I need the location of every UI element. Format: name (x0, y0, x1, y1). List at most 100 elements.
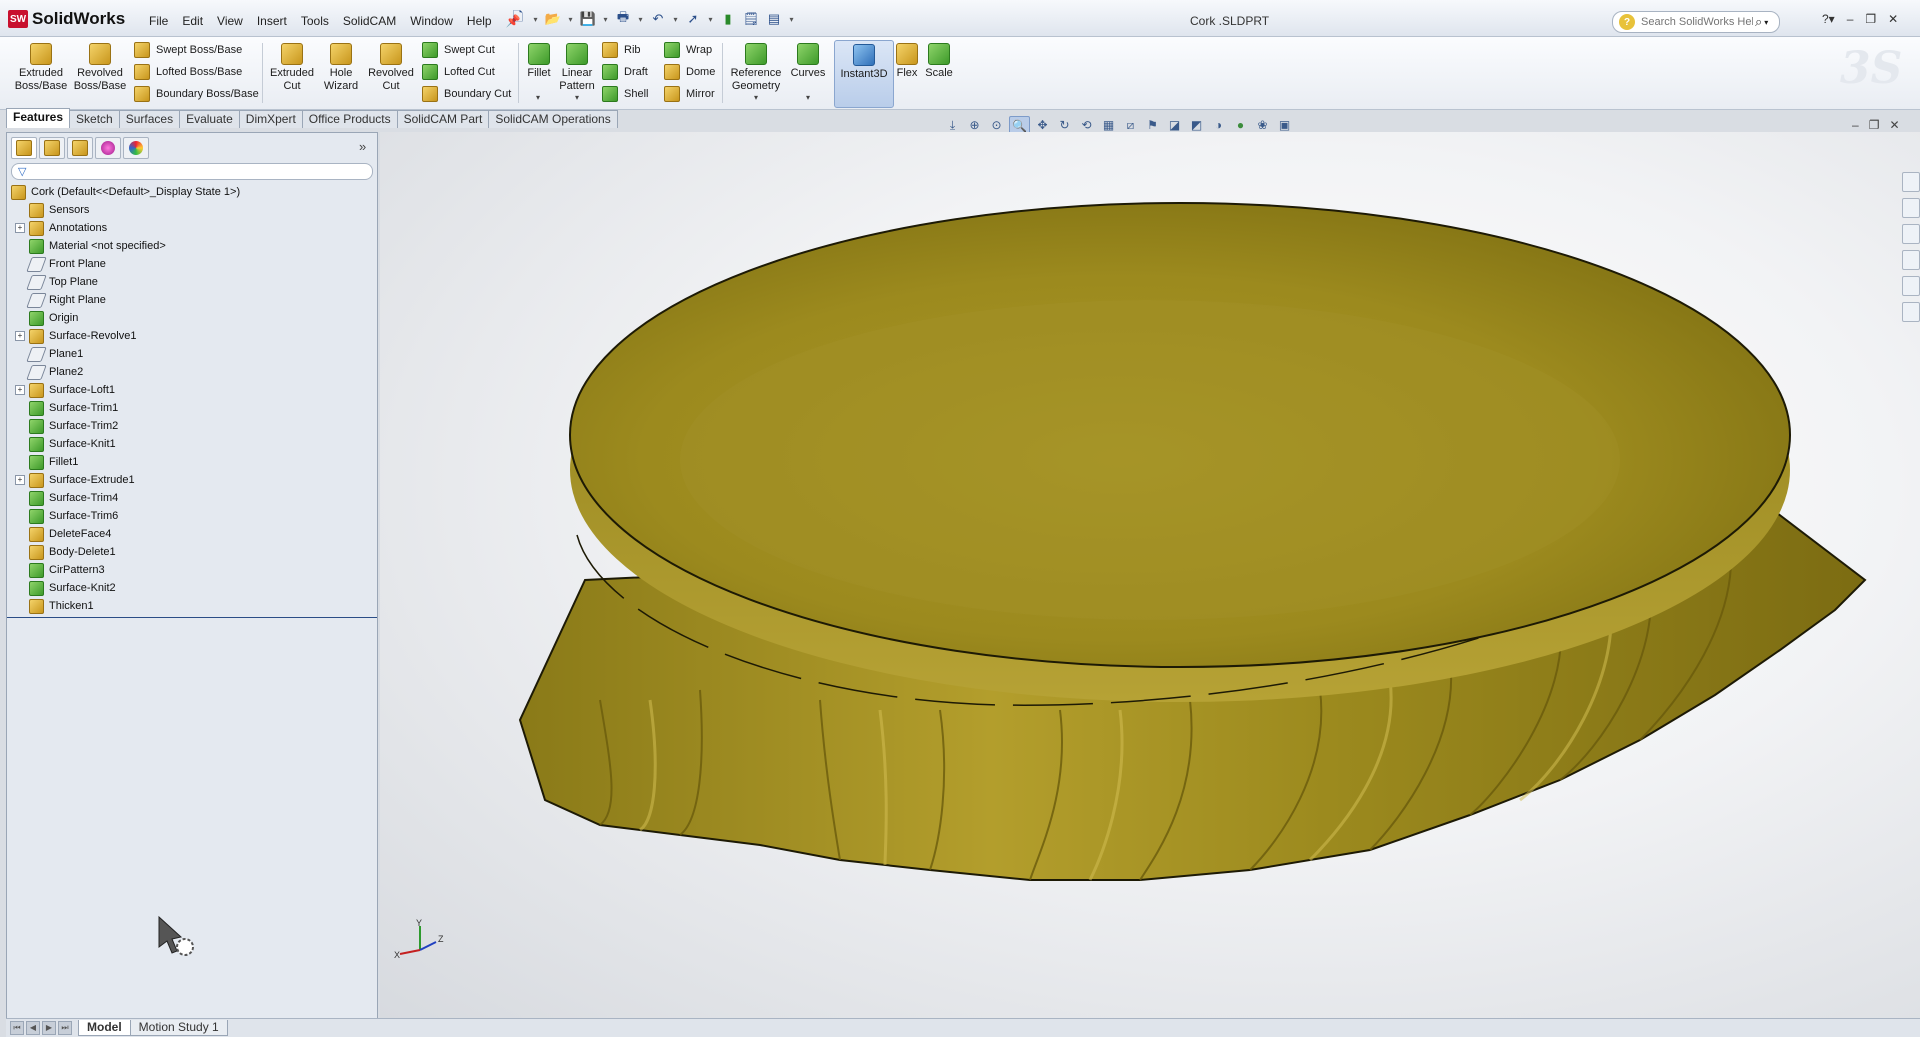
tree-item[interactable]: + Annotations (9, 219, 373, 237)
pattern-dropdown-icon[interactable]: ▾ (575, 93, 579, 102)
options-icon[interactable]: ▤ (764, 10, 784, 28)
revolved-boss-button[interactable]: Revolved Boss/Base (72, 43, 128, 93)
boundary-cut-button[interactable]: Boundary Cut (422, 85, 511, 103)
custom-properties-icon[interactable] (1902, 302, 1920, 322)
file-explorer-icon[interactable] (1902, 224, 1920, 244)
undo-dropdown-icon[interactable]: ▾ (671, 10, 680, 28)
tree-item[interactable]: Thicken1 (9, 597, 373, 615)
tree-item[interactable]: Sensors (9, 201, 373, 219)
reference-geometry-dropdown-icon[interactable]: ▾ (754, 93, 758, 102)
last-tab-icon[interactable]: ⏭ (58, 1021, 72, 1035)
help-menu-icon[interactable]: ?▾ (1822, 12, 1835, 26)
lofted-boss-button[interactable]: Lofted Boss/Base (134, 63, 242, 81)
bottle-cap-model[interactable] (380, 132, 1920, 1018)
search-input[interactable] (1639, 15, 1755, 29)
menu-help[interactable]: Help (460, 12, 499, 30)
search-icon[interactable]: ⌕ (1755, 14, 1762, 30)
lofted-cut-button[interactable]: Lofted Cut (422, 63, 495, 81)
tree-item[interactable]: Surface-Trim1 (9, 399, 373, 417)
reference-geometry-button[interactable]: Reference Geometry (726, 43, 786, 93)
solidworks-logo[interactable]: SW SolidWorks (8, 9, 125, 29)
dimxpert-manager-tab[interactable] (95, 137, 121, 159)
search-dropdown-icon[interactable]: ▾ (1764, 18, 1768, 27)
configuration-manager-tab[interactable] (67, 137, 93, 159)
flex-button[interactable]: Flex (894, 43, 920, 80)
viewport-restore-icon[interactable]: ❐ (1869, 118, 1880, 132)
dome-button[interactable]: Dome (664, 63, 715, 81)
tree-item[interactable]: Surface-Knit1 (9, 435, 373, 453)
tree-item[interactable]: Surface-Trim6 (9, 507, 373, 525)
extruded-cut-button[interactable]: Extruded Cut (266, 43, 318, 93)
save-dropdown-icon[interactable]: ▾ (601, 10, 610, 28)
graphics-area[interactable]: Y X Z (380, 132, 1920, 1018)
tree-filter[interactable]: ▽ (11, 163, 373, 180)
menu-solidcam[interactable]: SolidCAM (336, 12, 403, 30)
scale-button[interactable]: Scale (924, 43, 954, 80)
options-dropdown-icon[interactable]: ▾ (787, 10, 796, 28)
print-dropdown-icon[interactable]: ▾ (636, 10, 645, 28)
open-folder-icon[interactable]: 📂 (543, 10, 563, 28)
minimize-icon[interactable]: – (1847, 12, 1854, 26)
menu-edit[interactable]: Edit (175, 12, 210, 30)
feature-manager-tab[interactable] (11, 137, 37, 159)
tree-item[interactable]: Surface-Knit2 (9, 579, 373, 597)
instant3d-button[interactable]: Instant3D (834, 40, 894, 108)
save-icon[interactable]: 💾 (578, 10, 598, 28)
select-dropdown-icon[interactable]: ▾ (706, 10, 715, 28)
tab-solidcam-part[interactable]: SolidCAM Part (396, 110, 490, 128)
menu-file[interactable]: File (142, 12, 175, 30)
design-library-icon[interactable] (1902, 198, 1920, 218)
tree-item[interactable]: Right Plane (9, 291, 373, 309)
extruded-boss-button[interactable]: Extruded Boss/Base (10, 43, 72, 93)
tree-item[interactable]: CirPattern3 (9, 561, 373, 579)
undo-icon[interactable]: ↶ (648, 10, 668, 28)
tab-sketch[interactable]: Sketch (69, 110, 120, 128)
tree-item[interactable]: Surface-Trim2 (9, 417, 373, 435)
expand-toggle-icon[interactable]: + (15, 331, 25, 341)
tree-item[interactable]: Plane1 (9, 345, 373, 363)
tree-item[interactable]: Surface-Trim4 (9, 489, 373, 507)
swept-boss-button[interactable]: Swept Boss/Base (134, 41, 242, 59)
print-icon[interactable]: 🖶 (613, 9, 633, 28)
view-palette-icon[interactable] (1902, 250, 1920, 270)
first-tab-icon[interactable]: ⏮ (10, 1021, 24, 1035)
menu-insert[interactable]: Insert (250, 12, 294, 30)
tab-evaluate[interactable]: Evaluate (179, 110, 240, 128)
tree-item[interactable]: Material <not specified> (9, 237, 373, 255)
previous-tab-icon[interactable]: ◀ (26, 1021, 40, 1035)
fillet-dropdown-icon[interactable]: ▾ (536, 93, 540, 102)
file-properties-icon[interactable]: 🗒 (741, 10, 761, 28)
expand-toggle-icon[interactable]: + (15, 385, 25, 395)
tree-item[interactable]: + Surface-Extrude1 (9, 471, 373, 489)
curves-button[interactable]: Curves (788, 43, 828, 80)
linear-pattern-button[interactable]: Linear Pattern (556, 43, 598, 93)
fillet-button[interactable]: Fillet (522, 43, 556, 80)
tree-item[interactable]: Body-Delete1 (9, 543, 373, 561)
tab-surfaces[interactable]: Surfaces (118, 110, 181, 128)
expand-panel-icon[interactable]: » (359, 139, 366, 154)
tree-item[interactable]: + Surface-Loft1 (9, 381, 373, 399)
mirror-button[interactable]: Mirror (664, 85, 715, 103)
solidworks-resources-icon[interactable] (1902, 172, 1920, 192)
next-tab-icon[interactable]: ▶ (42, 1021, 56, 1035)
tree-root-part[interactable]: Cork (Default<<Default>_Display State 1>… (9, 183, 373, 201)
tab-model[interactable]: Model (78, 1020, 131, 1036)
tree-item[interactable]: + Surface-Revolve1 (9, 327, 373, 345)
viewport-minimize-icon[interactable]: – (1852, 118, 1859, 132)
close-icon[interactable]: ✕ (1888, 12, 1898, 26)
tree-item[interactable]: Origin (9, 309, 373, 327)
rebuild-icon[interactable]: ▮ (718, 10, 738, 28)
menu-tools[interactable]: Tools (294, 12, 336, 30)
new-dropdown-icon[interactable]: ▾ (531, 10, 540, 28)
curves-dropdown-icon[interactable]: ▾ (806, 93, 810, 102)
revolved-cut-button[interactable]: Revolved Cut (364, 43, 418, 93)
tree-item[interactable]: Fillet1 (9, 453, 373, 471)
tree-item[interactable]: Front Plane (9, 255, 373, 273)
wrap-button[interactable]: Wrap (664, 41, 712, 59)
tab-motion-study-1[interactable]: Motion Study 1 (129, 1020, 228, 1036)
tree-item[interactable]: Plane2 (9, 363, 373, 381)
tab-dimxpert[interactable]: DimXpert (238, 110, 303, 128)
restore-icon[interactable]: ❐ (1865, 12, 1876, 26)
open-dropdown-icon[interactable]: ▾ (566, 10, 575, 28)
rib-button[interactable]: Rib (602, 41, 641, 59)
